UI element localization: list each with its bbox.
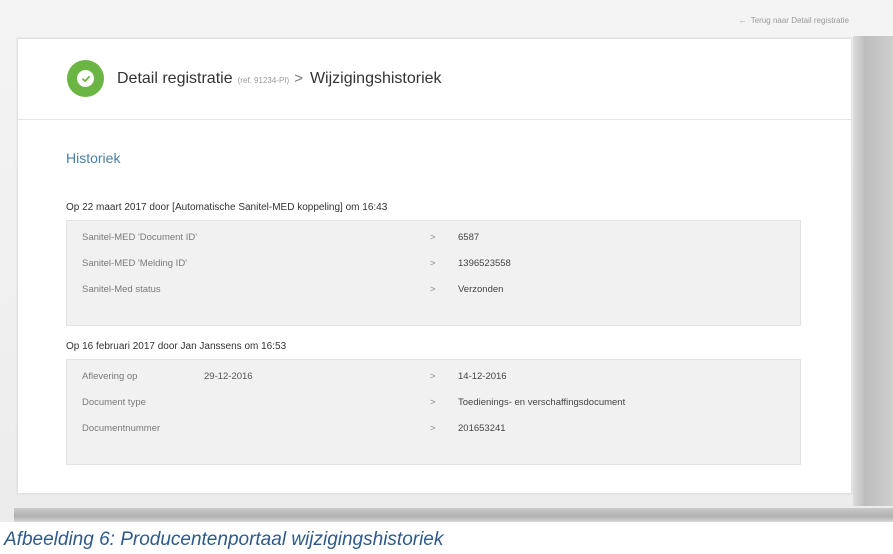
field-label: Documentnummer (82, 423, 161, 434)
page-title[interactable]: Detail registratie (117, 70, 233, 88)
screenshot-frame: ← Terug naar Detail registratie Detail re… (0, 0, 893, 522)
field-label: Aflevering op (82, 371, 138, 382)
breadcrumb-separator-icon: > (294, 70, 303, 87)
new-value: 1396523558 (458, 258, 511, 269)
breadcrumb: Detail registratie (ref. 91234-PI) > Wij… (117, 70, 442, 88)
table-row: Aflevering op 29-12-2016 > 14-12-2016 (67, 363, 800, 389)
change-arrow-icon: > (430, 284, 436, 295)
table-row: Documentnummer > 201653241 (67, 415, 800, 441)
detail-card: Detail registratie (ref. 91234-PI) > Wij… (17, 38, 852, 494)
change-table: Aflevering op 29-12-2016 > 14-12-2016 Do… (66, 359, 801, 465)
new-value: 6587 (458, 232, 480, 243)
change-arrow-icon: > (430, 423, 436, 434)
back-link-label: Terug naar Detail registratie (750, 16, 849, 25)
old-value: 29-12-2016 (204, 371, 253, 382)
arrow-left-icon: ← (738, 16, 747, 25)
field-label: Sanitel-Med status (82, 284, 161, 295)
field-label: Document type (82, 397, 146, 408)
change-arrow-icon: > (430, 258, 436, 269)
reference-number: (ref. 91234-PI) (237, 76, 290, 85)
table-row: Sanitel-Med status > Verzonden (67, 276, 800, 302)
new-value: Verzonden (458, 284, 504, 295)
table-row: Sanitel-MED 'Melding ID' > 1396523558 (67, 250, 800, 276)
check-circle-icon (67, 60, 104, 97)
new-value: 201653241 (458, 423, 506, 434)
change-table: Sanitel-MED 'Document ID' > 6587 Sanitel… (66, 220, 801, 326)
table-row: Document type > Toedienings- en verschaf… (67, 389, 800, 415)
page-header: Detail registratie (ref. 91234-PI) > Wij… (18, 39, 851, 120)
field-label: Sanitel-MED 'Document ID' (82, 232, 198, 243)
entry-heading: Op 16 februari 2017 door Jan Janssens om… (66, 341, 287, 352)
frame-shadow-bottom (14, 508, 893, 522)
change-arrow-icon: > (430, 397, 436, 408)
change-arrow-icon: > (430, 232, 436, 243)
table-row: Sanitel-MED 'Document ID' > 6587 (67, 224, 800, 250)
section-title: Historiek (66, 150, 121, 166)
new-value: Toedienings- en verschaffingsdocument (458, 397, 626, 408)
figure-caption: Afbeelding 6: Producentenportaal wijzigi… (4, 529, 444, 550)
checkmark-icon (81, 75, 90, 82)
entry-heading: Op 22 maart 2017 door [Automatische Sani… (66, 202, 388, 213)
new-value: 14-12-2016 (458, 371, 507, 382)
back-link[interactable]: ← Terug naar Detail registratie (739, 16, 849, 25)
page-subtitle: Wijzigingshistoriek (309, 70, 442, 87)
field-label: Sanitel-MED 'Melding ID' (82, 258, 187, 269)
change-arrow-icon: > (430, 371, 436, 382)
frame-shadow-right (853, 36, 893, 506)
